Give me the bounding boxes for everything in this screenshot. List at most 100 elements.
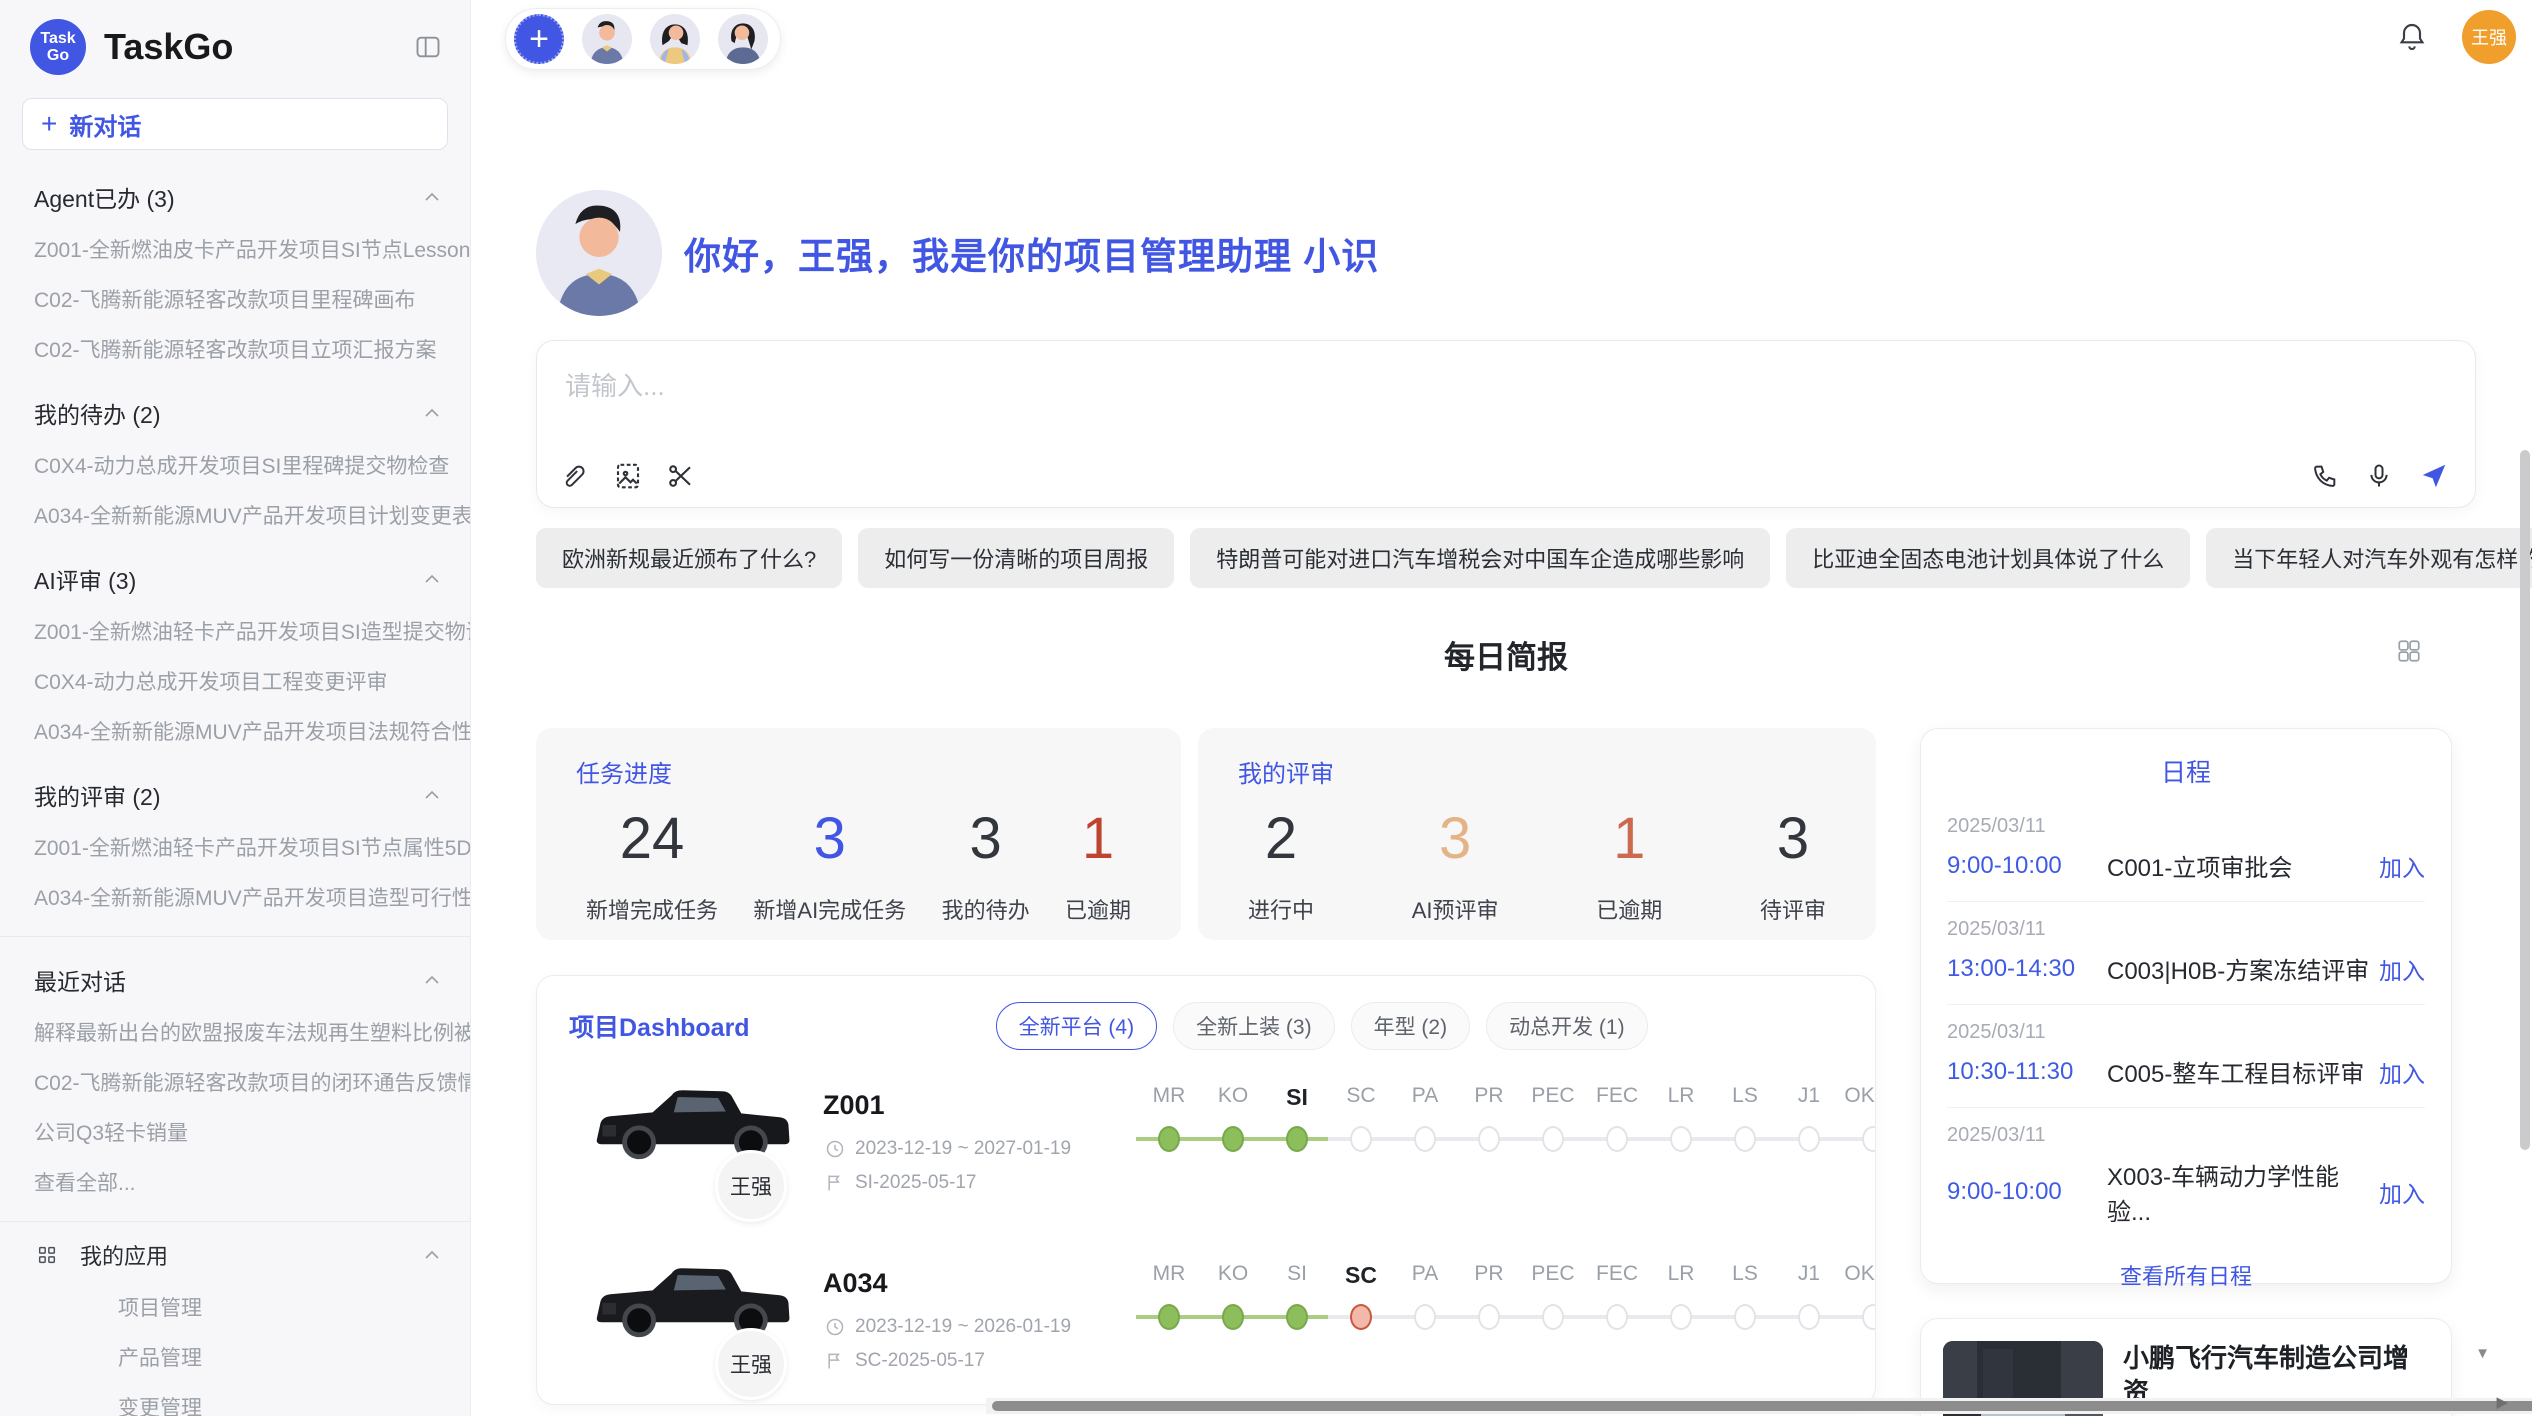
greeting-text: 你好，王强，我是你的项目管理助理 小识	[684, 226, 1379, 280]
microphone-icon[interactable]	[2365, 462, 2393, 490]
sidebar-item-view-all[interactable]: 查看全部...	[0, 1157, 470, 1207]
app-item-change-mgmt[interactable]: 变更管理	[0, 1382, 470, 1416]
stats-row: 24 新增完成任务 3 新增AI完成任务 3 我的待办 1 已逾期	[576, 807, 1141, 925]
suggestion-chip[interactable]: 比亚迪全固态电池计划具体说了什么	[1786, 528, 2190, 588]
suggestion-chip[interactable]: 欧洲新规最近颁布了什么?	[536, 528, 842, 588]
new-chat-button[interactable]: + 新对话	[22, 98, 448, 150]
sidebar-item[interactable]: Z001-全新燃油轻卡产品开发项目SI节点属性5D文件评审	[0, 822, 470, 872]
scroll-right-arrow[interactable]: ▶	[2496, 1393, 2508, 1411]
chevron-up-icon[interactable]	[424, 192, 440, 202]
join-link[interactable]: 加入	[2379, 849, 2425, 883]
chat-input[interactable]	[565, 371, 2447, 402]
project-row[interactable]: 王强 Z001 2023-12-19 ~ 2027-01-19 SI-2025-…	[537, 1068, 1875, 1246]
collapse-sidebar-icon[interactable]	[414, 33, 442, 61]
tab-year-model[interactable]: 年型 (2)	[1351, 1002, 1471, 1050]
schedule-name: C005-整车工程目标评审	[2107, 1054, 2379, 1089]
suggestion-chips: 欧洲新规最近颁布了什么? 如何写一份清晰的项目周报 特朗普可能对进口汽车增税会对…	[536, 528, 2476, 588]
input-tools-right	[2311, 461, 2449, 491]
vertical-scrollbar-thumb[interactable]	[2520, 450, 2530, 1150]
schedule-item: 2025/03/11 9:00-10:00 C001-立项审批会 加入	[1947, 799, 2425, 901]
milestone-LS: LS	[1713, 1084, 1777, 1152]
tab-powertrain[interactable]: 动总开发 (1)	[1486, 1002, 1648, 1050]
avatar[interactable]	[582, 14, 632, 64]
card-title: 我的评审	[1238, 754, 1836, 789]
section-header[interactable]: AI评审 (3)	[0, 552, 470, 606]
schedule-name: X003-车辆动力学性能验...	[2107, 1157, 2379, 1227]
app-item-product-mgmt[interactable]: 产品管理	[0, 1332, 470, 1382]
scroll-down-arrow[interactable]: ▼	[2475, 1345, 2490, 1362]
chevron-up-icon[interactable]	[424, 975, 440, 985]
section-title: 我的评审 (2)	[34, 778, 161, 812]
section-header[interactable]: Agent已办 (3)	[0, 170, 470, 224]
join-link[interactable]: 加入	[2379, 1175, 2425, 1209]
greeting-block: 你好，王强，我是你的项目管理助理 小识	[536, 190, 1379, 316]
sidebar-item[interactable]: A034-全新新能源MUV产品开发项目造型可行性评审	[0, 872, 470, 922]
schedule-name: C003|H0B-方案冻结评审	[2107, 951, 2379, 986]
scissors-icon[interactable]	[665, 461, 695, 491]
sidebar-item[interactable]: C0X4-动力总成开发项目SI里程碑提交物检查	[0, 440, 470, 490]
milestone-FEC: FEC	[1585, 1262, 1649, 1330]
sidebar-item[interactable]: C02-飞腾新能源轻客改款项目的闭环通告反馈情况	[0, 1057, 470, 1107]
tab-new-body[interactable]: 全新上装 (3)	[1173, 1002, 1335, 1050]
project-row[interactable]: 王强 A034 2023-12-19 ~ 2026-01-19 SC-2025-…	[537, 1246, 1875, 1405]
horizontal-scrollbar-thumb[interactable]	[992, 1401, 2532, 1411]
sidebar-item[interactable]: Z001-全新燃油轻卡产品开发项目SI造型提交物评审	[0, 606, 470, 656]
chevron-up-icon[interactable]	[424, 574, 440, 584]
milestone-SI: SI	[1265, 1262, 1329, 1330]
schedule-date: 2025/03/11	[1947, 1124, 2425, 1147]
view-all-schedule-link[interactable]: 查看所有日程	[1947, 1245, 2425, 1305]
schedule-item: 2025/03/11 13:00-14:30 C003|H0B-方案冻结评审 加…	[1947, 901, 2425, 1004]
sidebar-item[interactable]: Z001-全新燃油皮卡产品开发项目SI节点Lesson Learn报告	[0, 224, 470, 274]
project-owner-badge: 王强	[715, 1328, 787, 1400]
milestone-MR: MR	[1137, 1084, 1201, 1152]
section-header[interactable]: 我的评审 (2)	[0, 768, 470, 822]
task-progress-card: 任务进度 24 新增完成任务 3 新增AI完成任务 3 我的待办 1 已逾期	[536, 728, 1181, 940]
schedule-date: 2025/03/11	[1947, 918, 2425, 941]
milestone-row: MRKOSISCPAPRPECFECLRLSJ1OKTB	[1137, 1262, 1876, 1330]
horizontal-scrollbar[interactable]: ▶	[986, 1398, 2532, 1414]
app-item-project-mgmt[interactable]: 项目管理	[0, 1282, 470, 1332]
avatar[interactable]	[718, 14, 768, 64]
sidebar-item-my-apps[interactable]: 我的应用	[0, 1228, 470, 1282]
sidebar-item[interactable]: C02-飞腾新能源轻客改款项目立项汇报方案	[0, 324, 470, 374]
image-icon[interactable]	[613, 461, 643, 491]
chevron-up-icon[interactable]	[424, 408, 440, 418]
section-header[interactable]: 最近对话	[0, 953, 470, 1007]
stat-value: 3	[753, 807, 906, 871]
phone-icon[interactable]	[2311, 462, 2339, 490]
suggestion-chip[interactable]: 当下年轻人对汽车外观有怎样的喜好趋势	[2206, 528, 2532, 588]
join-link[interactable]: 加入	[2379, 1055, 2425, 1089]
sidebar-item[interactable]: 解释最新出台的欧盟报废车法规再生塑料比例被调至15%...	[0, 1007, 470, 1057]
sidebar-item[interactable]: A034-全新新能源MUV产品开发项目法规符合性评审	[0, 706, 470, 756]
schedule-item: 2025/03/11 10:30-11:30 C005-整车工程目标评审 加入	[1947, 1004, 2425, 1107]
sidebar-item[interactable]: C02-飞腾新能源轻客改款项目里程碑画布	[0, 274, 470, 324]
notification-bell-icon[interactable]	[2396, 21, 2428, 53]
stat: 2 进行中	[1248, 807, 1314, 925]
layout-grid-icon[interactable]	[2396, 638, 2422, 664]
suggestion-chip[interactable]: 如何写一份清晰的项目周报	[858, 528, 1174, 588]
stat: 3 AI预评审	[1412, 807, 1499, 925]
clock-icon	[825, 1317, 845, 1337]
avatar[interactable]	[650, 14, 700, 64]
sidebar-item[interactable]: A034-全新新能源MUV产品开发项目计划变更表编写	[0, 490, 470, 540]
stat-label: 新增AI完成任务	[753, 893, 906, 925]
milestone-MR: MR	[1137, 1262, 1201, 1330]
tab-new-platform[interactable]: 全新平台 (4)	[996, 1002, 1158, 1050]
plus-icon: +	[41, 108, 57, 140]
attachment-icon[interactable]	[561, 461, 591, 491]
join-link[interactable]: 加入	[2379, 952, 2425, 986]
suggestion-chip[interactable]: 特朗普可能对进口汽车增税会对中国车企造成哪些影响	[1190, 528, 1770, 588]
stat-label: 待评审	[1760, 893, 1826, 925]
section-header[interactable]: 我的待办 (2)	[0, 386, 470, 440]
stats-row: 2 进行中 3 AI预评审 1 已逾期 3 待评审	[1238, 807, 1836, 925]
chevron-up-icon[interactable]	[424, 1250, 440, 1260]
send-icon[interactable]	[2419, 461, 2449, 491]
user-avatar[interactable]: 王强	[2462, 10, 2516, 64]
stat-label: 已逾期	[1596, 893, 1662, 925]
vertical-scrollbar[interactable]	[2520, 60, 2530, 1340]
clock-icon	[825, 1139, 845, 1159]
sidebar-item[interactable]: 公司Q3轻卡销量	[0, 1107, 470, 1157]
chevron-up-icon[interactable]	[424, 790, 440, 800]
sidebar-item[interactable]: C0X4-动力总成开发项目工程变更评审	[0, 656, 470, 706]
add-contact-button[interactable]: +	[514, 14, 564, 64]
